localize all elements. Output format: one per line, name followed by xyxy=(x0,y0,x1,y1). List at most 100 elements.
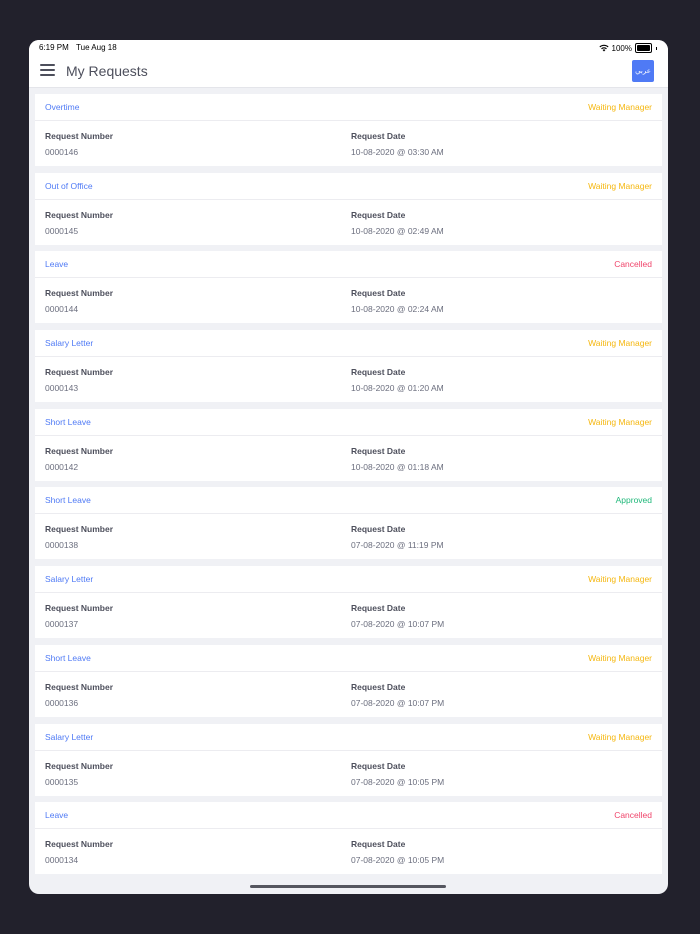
request-card[interactable]: Salary Letter Waiting Manager Request Nu… xyxy=(35,723,662,796)
request-number-label: Request Number xyxy=(45,209,114,220)
navigation-bar: My Requests عربي xyxy=(29,54,668,88)
request-status: Waiting Manager xyxy=(588,416,652,427)
request-date-label: Request Date xyxy=(351,603,406,614)
request-card-body: Request Number 0000138 Request Date 07-0… xyxy=(35,514,662,559)
request-number-label: Request Number xyxy=(45,288,114,299)
request-card-body: Request Number 0000135 Request Date 07-0… xyxy=(35,751,662,796)
request-card[interactable]: Short Leave Approved Request Number 0000… xyxy=(35,487,662,560)
request-date-value: 10-08-2020 @ 03:30 AM xyxy=(351,147,444,157)
request-card-header: Leave Cancelled xyxy=(35,251,662,279)
request-date-block: Request Date 07-08-2020 @ 10:07 PM xyxy=(351,682,444,708)
wifi-icon xyxy=(598,44,609,52)
status-date: Tue Aug 18 xyxy=(76,43,117,52)
request-type: Short Leave xyxy=(45,652,91,663)
battery-cap xyxy=(656,46,657,50)
home-indicator xyxy=(250,885,446,888)
request-number-value: 0000134 xyxy=(45,855,79,866)
request-date-value: 07-08-2020 @ 11:19 PM xyxy=(351,540,444,551)
request-card-body: Request Number 0000144 Request Date 10-0… xyxy=(35,278,662,323)
request-type: Salary Letter xyxy=(45,731,94,742)
request-card[interactable]: Leave Cancelled Request Number 0000134 R… xyxy=(35,802,662,875)
request-status: Waiting Manager xyxy=(588,574,652,585)
request-card-header: Short Leave Approved xyxy=(35,487,662,515)
request-card-body: Request Number 0000136 Request Date 07-0… xyxy=(35,672,662,717)
request-card[interactable]: Short Leave Waiting Manager Request Numb… xyxy=(35,408,662,481)
request-number-label: Request Number xyxy=(45,760,114,771)
request-number-value: 0000136 xyxy=(45,697,79,708)
request-date-block: Request Date 10-08-2020 @ 01:20 AM xyxy=(351,367,444,393)
status-indicators: 100% xyxy=(598,43,657,53)
request-date-block: Request Date 10-08-2020 @ 02:49 AM xyxy=(351,210,444,236)
menu-icon[interactable] xyxy=(40,64,55,76)
request-date-value: 07-08-2020 @ 10:05 PM xyxy=(351,776,445,787)
request-card-body: Request Number 0000146 Request Date 10-0… xyxy=(35,121,662,166)
request-type: Overtime xyxy=(45,102,80,112)
request-status: Waiting Manager xyxy=(588,180,652,191)
request-card-header: Short Leave Waiting Manager xyxy=(35,409,662,436)
request-number-value: 0000145 xyxy=(45,225,79,236)
request-card-header: Leave Cancelled xyxy=(35,802,662,830)
request-number-label: Request Number xyxy=(45,839,114,850)
request-type: Leave xyxy=(45,810,69,821)
request-number-label: Request Number xyxy=(45,131,114,141)
request-card[interactable]: Overtime Waiting Manager Request Number … xyxy=(35,94,662,166)
request-card[interactable]: Short Leave Waiting Manager Request Numb… xyxy=(35,644,662,717)
request-number-block: Request Number 0000146 xyxy=(45,131,113,157)
status-time: 6:19 PM xyxy=(39,43,69,52)
request-date-block: Request Date 07-08-2020 @ 10:07 PM xyxy=(351,603,444,629)
page-title: My Requests xyxy=(66,63,148,79)
request-card-header: Salary Letter Waiting Manager xyxy=(35,566,662,594)
request-card-body: Request Number 0000137 Request Date 07-0… xyxy=(35,593,662,638)
request-card[interactable]: Leave Cancelled Request Number 0000144 R… xyxy=(35,251,662,324)
request-number-block: Request Number 0000136 xyxy=(45,682,113,708)
request-card-body: Request Number 0000134 Request Date 07-0… xyxy=(35,829,662,874)
request-list: Overtime Waiting Manager Request Number … xyxy=(35,94,662,881)
request-date-label: Request Date xyxy=(351,681,406,692)
language-toggle-button[interactable]: عربي xyxy=(632,60,654,82)
request-date-label: Request Date xyxy=(351,445,406,456)
request-date-block: Request Date 07-08-2020 @ 11:19 PM xyxy=(351,524,444,550)
request-type: Salary Letter xyxy=(45,338,94,349)
request-card-header: Salary Letter Waiting Manager xyxy=(35,330,662,358)
request-date-block: Request Date 07-08-2020 @ 10:05 PM xyxy=(351,761,444,787)
request-status: Waiting Manager xyxy=(588,731,652,742)
request-number-value: 0000143 xyxy=(45,383,79,394)
request-card-body: Request Number 0000145 Request Date 10-0… xyxy=(35,200,662,245)
request-status: Approved xyxy=(615,495,652,506)
request-card[interactable]: Salary Letter Waiting Manager Request Nu… xyxy=(35,566,662,639)
request-card-body: Request Number 0000143 Request Date 10-0… xyxy=(35,357,662,402)
request-number-block: Request Number 0000138 xyxy=(45,524,113,550)
request-date-label: Request Date xyxy=(351,367,406,378)
request-status: Waiting Manager xyxy=(588,338,652,349)
request-number-value: 0000137 xyxy=(45,619,79,630)
request-card-header: Out of Office Waiting Manager xyxy=(35,173,662,200)
request-date-value: 07-08-2020 @ 10:05 PM xyxy=(351,855,445,866)
request-date-block: Request Date 10-08-2020 @ 01:18 AM xyxy=(351,446,444,472)
request-date-value: 07-08-2020 @ 10:07 PM xyxy=(351,697,445,708)
request-number-value: 0000146 xyxy=(45,147,79,157)
status-bar: 6:19 PM Tue Aug 18 100% xyxy=(29,40,668,54)
request-card[interactable]: Out of Office Waiting Manager Request Nu… xyxy=(35,172,662,245)
request-date-label: Request Date xyxy=(351,209,406,220)
request-date-label: Request Date xyxy=(351,760,406,771)
request-type: Short Leave xyxy=(45,416,91,427)
request-date-block: Request Date 10-08-2020 @ 03:30 AM xyxy=(351,131,444,157)
request-card[interactable]: Salary Letter Waiting Manager Request Nu… xyxy=(35,330,662,403)
request-date-label: Request Date xyxy=(351,839,406,850)
request-card-header: Short Leave Waiting Manager xyxy=(35,645,662,672)
request-type: Short Leave xyxy=(45,495,91,506)
request-number-block: Request Number 0000144 xyxy=(45,288,113,314)
request-status: Cancelled xyxy=(614,810,652,821)
request-date-block: Request Date 07-08-2020 @ 10:05 PM xyxy=(351,839,444,865)
request-card-header: Salary Letter Waiting Manager xyxy=(35,724,662,751)
request-number-label: Request Number xyxy=(45,524,114,535)
request-number-label: Request Number xyxy=(45,367,114,378)
battery-fill xyxy=(637,45,650,51)
request-type: Leave xyxy=(45,259,69,270)
request-card-header: Overtime Waiting Manager xyxy=(35,94,662,121)
request-date-value: 07-08-2020 @ 10:07 PM xyxy=(351,619,445,630)
request-status: Waiting Manager xyxy=(588,102,652,112)
request-number-value: 0000142 xyxy=(45,461,79,472)
request-number-block: Request Number 0000143 xyxy=(45,367,113,393)
request-date-label: Request Date xyxy=(351,131,406,141)
